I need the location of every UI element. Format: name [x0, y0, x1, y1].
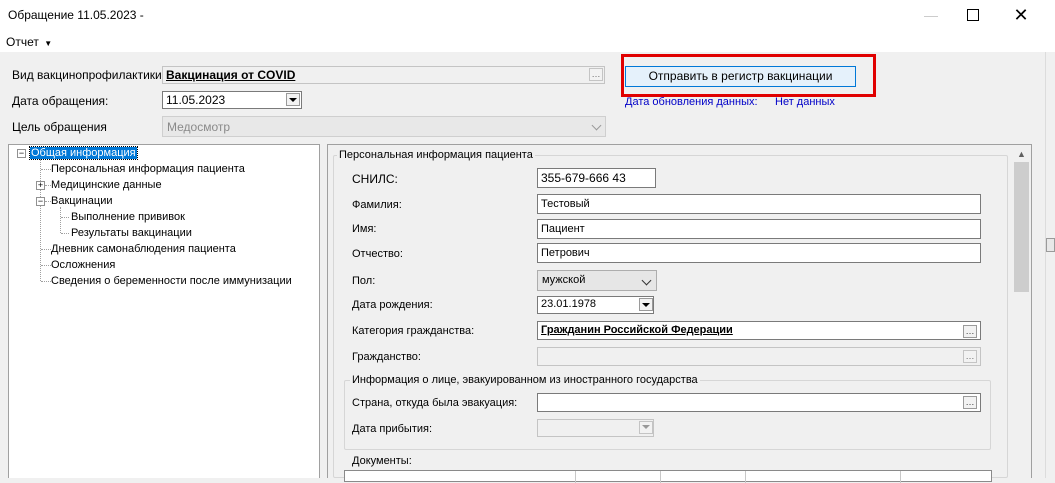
snils-input[interactable]: 355-679-666 43	[537, 168, 656, 188]
tree-connector	[60, 207, 61, 233]
name-value: Пациент	[541, 223, 585, 235]
arrival-date-label: Дата прибытия:	[352, 423, 433, 435]
birth-date-picker[interactable]: 23.01.1978	[537, 296, 654, 314]
tree-item-vaccination-results[interactable]: Результаты вакцинации	[71, 227, 192, 239]
citizenship-category-value: Гражданин Российской Федерации	[541, 324, 733, 336]
tree-item-personal-info[interactable]: Персональная информация пациента	[51, 163, 245, 175]
grid-column-divider	[900, 471, 901, 483]
minimize-icon: —	[924, 7, 938, 23]
right-edge-dropdown[interactable]	[1046, 238, 1055, 252]
grid-column-divider	[575, 471, 576, 483]
maximize-icon	[967, 9, 979, 21]
name-label: Имя:	[352, 223, 377, 235]
tree-connector	[41, 169, 51, 170]
vaccination-type-label: Вид вакцинопрофилактики:	[12, 68, 166, 82]
menu-report[interactable]: Отчет ▼	[6, 35, 52, 49]
dropdown-arrow-icon	[289, 97, 297, 102]
sex-value: мужской	[542, 274, 586, 286]
citizenship-category-ellipsis-button[interactable]: …	[963, 325, 977, 338]
arrival-date-dropdown-button[interactable]	[639, 421, 653, 434]
tree-connector	[61, 233, 69, 234]
vaccination-type-ellipsis-button[interactable]: …	[589, 68, 603, 81]
tree-item-pregnancy-info[interactable]: Сведения о беременности после иммунизаци…	[51, 275, 292, 287]
scroll-up-icon[interactable]: ▲	[1013, 147, 1030, 162]
sex-select[interactable]: мужской	[537, 270, 657, 291]
tree-item-label: Общая информация	[29, 146, 138, 160]
tree-item-vaccination-performed[interactable]: Выполнение прививок	[71, 211, 185, 223]
tree-collapse-icon[interactable]: −	[36, 197, 45, 206]
birth-date-dropdown-button[interactable]	[639, 298, 653, 311]
dropdown-arrow-icon	[642, 302, 650, 307]
tree-item-medical-data[interactable]: Медицинские данные	[51, 179, 162, 191]
minimize-button[interactable]: —	[908, 0, 954, 30]
title-bar	[0, 0, 1055, 30]
tree-connector	[61, 217, 69, 218]
date-label: Дата обращения:	[12, 94, 109, 108]
highlight-box	[621, 54, 876, 97]
tree-item-vaccinations[interactable]: Вакцинации	[51, 195, 113, 207]
date-picker[interactable]: 11.05.2023	[162, 91, 302, 109]
purpose-select[interactable]: Медосмотр	[162, 116, 606, 137]
purpose-value: Медосмотр	[167, 120, 231, 134]
citizenship-field[interactable]	[537, 347, 981, 366]
snils-value: 355-679-666 43	[541, 171, 626, 185]
tree-connector	[41, 265, 51, 266]
grid-column-divider	[660, 471, 661, 483]
update-date-value: Нет данных	[775, 96, 835, 108]
close-icon: ✕	[1013, 4, 1029, 25]
tree-connector	[40, 159, 41, 281]
grid-column-divider	[745, 471, 746, 483]
tree-item-self-observation-diary[interactable]: Дневник самонаблюдения пациента	[51, 243, 236, 255]
surname-label: Фамилия:	[352, 199, 402, 211]
menu-report-label: Отчет	[6, 35, 39, 49]
citizenship-category-label: Категория гражданства:	[352, 325, 475, 337]
dropdown-arrow-icon	[642, 425, 650, 429]
evacuation-group-title: Информация о лице, эвакуированном из ино…	[350, 374, 700, 386]
evacuation-group	[344, 380, 991, 450]
vaccination-type-value: Вакцинация от COVID	[166, 68, 296, 82]
navigation-tree[interactable]: − Общая информация Персональная информац…	[8, 144, 320, 478]
patronymic-label: Отчество:	[352, 248, 403, 260]
right-edge-strip	[1045, 52, 1055, 478]
update-date-label: Дата обновления данных:	[625, 96, 758, 108]
citizenship-label: Гражданство:	[352, 351, 421, 363]
name-input[interactable]: Пациент	[537, 219, 981, 239]
purpose-label: Цель обращения	[12, 120, 107, 134]
maximize-button[interactable]	[950, 0, 996, 30]
birth-date-value: 23.01.1978	[541, 298, 597, 310]
surname-value: Тестовый	[541, 198, 590, 210]
tree-connector	[41, 249, 51, 250]
evacuation-country-label: Страна, откуда была эвакуация:	[352, 397, 518, 409]
documents-label: Документы:	[352, 455, 412, 467]
tree-collapse-icon[interactable]: −	[17, 149, 26, 158]
menu-bar	[0, 30, 1055, 52]
vaccination-type-field[interactable]: Вакцинация от COVID	[162, 66, 605, 84]
surname-input[interactable]: Тестовый	[537, 194, 981, 214]
evacuation-country-field[interactable]	[537, 393, 981, 412]
scrollbar-thumb[interactable]	[1014, 162, 1029, 292]
close-button[interactable]: ✕	[998, 0, 1044, 30]
patronymic-value: Петрович	[541, 247, 590, 259]
arrival-date-picker[interactable]	[537, 419, 654, 437]
patronymic-input[interactable]: Петрович	[537, 243, 981, 263]
personal-info-group-title: Персональная информация пациента	[337, 149, 535, 161]
citizenship-category-field[interactable]: Гражданин Российской Федерации	[537, 321, 981, 340]
tree-item-general-info[interactable]: Общая информация	[29, 146, 138, 160]
tree-expand-icon[interactable]: +	[36, 181, 45, 190]
sex-label: Пол:	[352, 275, 376, 287]
date-dropdown-button[interactable]	[286, 93, 300, 106]
citizenship-ellipsis-button[interactable]: …	[963, 350, 977, 363]
evacuation-country-ellipsis-button[interactable]: …	[963, 396, 977, 409]
tree-item-complications[interactable]: Осложнения	[51, 259, 115, 271]
tree-connector	[41, 281, 51, 282]
documents-grid[interactable]	[344, 470, 992, 483]
window-title: Обращение 11.05.2023 -	[8, 8, 144, 22]
date-value: 11.05.2023	[166, 93, 226, 107]
dropdown-caret-icon: ▼	[44, 39, 53, 48]
birth-date-label: Дата рождения:	[352, 299, 433, 311]
snils-label: СНИЛС:	[352, 172, 398, 186]
